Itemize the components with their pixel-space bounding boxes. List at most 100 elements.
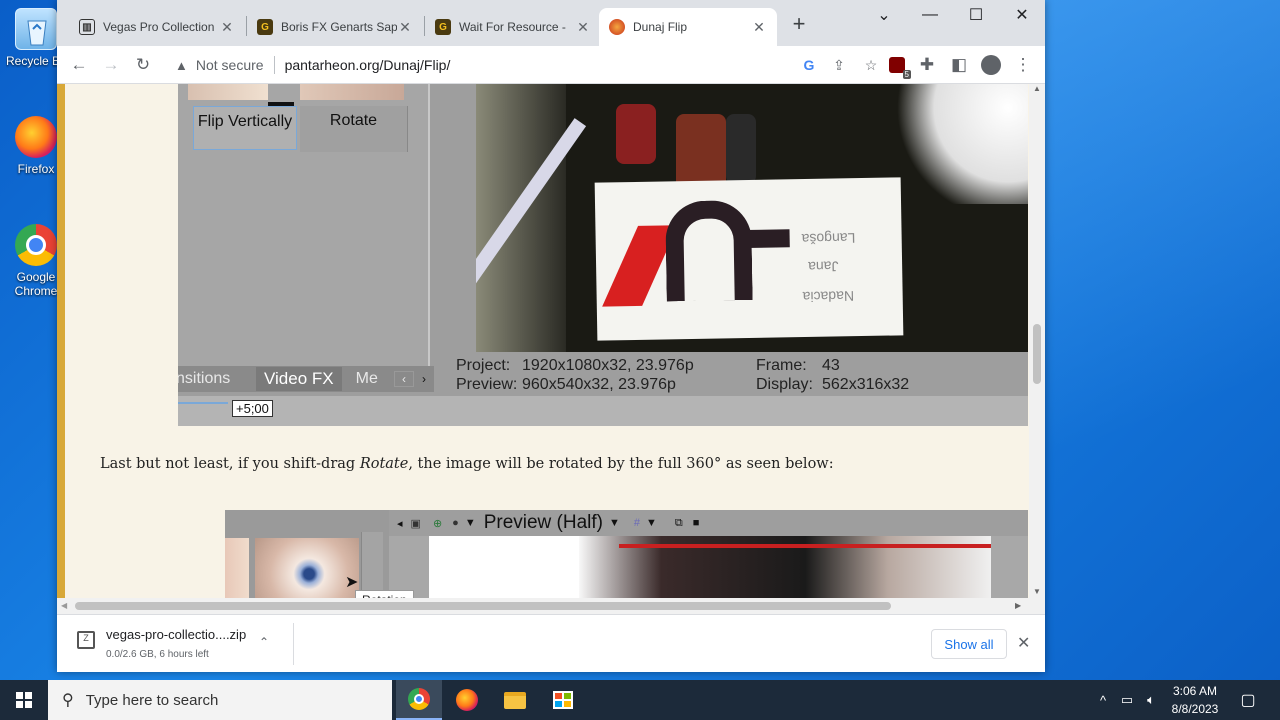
vertical-scrollbar[interactable]: ▲ ▼	[1029, 84, 1045, 598]
thumb-rotate[interactable]: Rotate	[300, 106, 408, 152]
fx-panel	[225, 510, 389, 598]
close-downloads-icon[interactable]: ✕	[1017, 633, 1030, 653]
tab-media[interactable]: Me	[356, 370, 378, 388]
preview-frame	[429, 536, 991, 598]
display-label: Display:	[756, 376, 813, 393]
thumb-image	[225, 538, 249, 598]
close-icon[interactable]: ✕	[397, 19, 413, 36]
grid-icon[interactable]: #	[634, 517, 640, 529]
tab-search-button[interactable]: ⌄	[861, 0, 907, 30]
thumb-flip-vertically[interactable]: Flip Vertically	[193, 106, 297, 150]
volume-icon[interactable]: 🔈︎	[1140, 680, 1162, 720]
tab-vegas-pro-collection[interactable]: ▥ Vegas Pro Collection ✕	[69, 8, 245, 46]
profile-icon[interactable]	[979, 53, 1003, 77]
scroll-left-icon[interactable]: ◀	[61, 601, 67, 610]
chrome-icon	[408, 688, 430, 710]
desktop-light	[1045, 0, 1280, 680]
close-icon[interactable]: ✕	[751, 19, 767, 36]
taskbar-search[interactable]: ⚲ Type here to search	[48, 680, 392, 720]
horizontal-scrollbar[interactable]: ◀ ▶	[57, 598, 1045, 614]
g-icon: G	[435, 19, 451, 35]
vertical-scroll-thumb[interactable]	[1033, 324, 1041, 384]
omnibox-divider	[273, 56, 275, 74]
firefox-icon	[456, 689, 478, 711]
taskbar-file-explorer[interactable]	[492, 680, 538, 720]
eye-thumb-image	[255, 538, 359, 598]
chevron-down-icon[interactable]: ▼	[609, 517, 620, 529]
chevron-up-icon[interactable]: ⌃	[259, 635, 269, 649]
vegas-screenshot-top: Flip Vertically Rotate Langoša Jana Nada…	[178, 84, 1028, 426]
tab-transitions[interactable]: nsitions	[178, 370, 254, 388]
extensions-icon[interactable]: ✚	[915, 53, 939, 77]
back-icon[interactable]: ←	[67, 53, 91, 77]
preview-frame: Langoša Jana Nadacia	[476, 84, 1028, 352]
show-all-button[interactable]: Show all	[931, 629, 1007, 659]
chevron-down-icon[interactable]: ▼	[646, 517, 657, 529]
network-icon[interactable]: ▭	[1116, 680, 1138, 720]
dunaj-icon	[609, 19, 625, 35]
scroll-right-icon[interactable]: ▶	[1015, 601, 1021, 610]
paragraph-emphasis: Rotate	[359, 456, 409, 472]
close-icon[interactable]: ✕	[219, 19, 235, 36]
monitor-icon[interactable]: ▣	[411, 517, 421, 530]
vegas-icon: ▥	[79, 19, 95, 35]
gold-side-bar	[57, 84, 65, 598]
store-icon	[553, 691, 573, 709]
circle-icon[interactable]: ●	[452, 517, 459, 529]
reload-icon[interactable]: ↻	[131, 53, 155, 77]
close-window-button[interactable]: ✕	[999, 0, 1045, 30]
url-text[interactable]: pantarheon.org/Dunaj/Flip/	[285, 57, 451, 73]
paragraph-text: Last but not least, if you shift-drag	[100, 456, 360, 472]
windows-icon	[16, 692, 32, 708]
address-bar[interactable]: ▲ Not secure pantarheon.org/Dunaj/Flip/ …	[167, 49, 887, 81]
taskbar-store[interactable]	[540, 680, 586, 720]
sign-text: Nadacia	[802, 288, 855, 306]
start-button[interactable]	[0, 680, 48, 720]
photo-red-line	[619, 544, 991, 548]
preview-toolbar: ◂ ▣ ⊕ ● ▼ Preview (Half) ▼ # ▼ ⧉ ■	[389, 510, 1028, 536]
chevron-down-icon[interactable]: ▼	[465, 517, 476, 529]
tab-dunaj-flip[interactable]: Dunaj Flip ✕	[599, 8, 777, 46]
scroll-left-icon[interactable]: ‹	[394, 371, 414, 387]
close-icon[interactable]: ✕	[575, 19, 591, 36]
download-status: 0.0/2.6 GB, 6 hours left	[106, 649, 209, 660]
security-label[interactable]: Not secure	[196, 57, 264, 73]
frame-value: 43	[822, 357, 840, 374]
g-icon: G	[257, 19, 273, 35]
chevron-up-icon[interactable]: ^	[1094, 680, 1112, 720]
star-icon[interactable]: ☆	[855, 57, 887, 74]
tab-video-fx[interactable]: Video FX	[256, 367, 342, 391]
save-icon[interactable]: ■	[693, 517, 700, 529]
forward-icon[interactable]: →	[99, 53, 123, 77]
taskbar-firefox[interactable]	[444, 680, 490, 720]
notification-icon[interactable]: ▢	[1230, 680, 1266, 720]
scroll-up-icon[interactable]: ▲	[1029, 84, 1045, 93]
settings-icon[interactable]: ◂	[397, 517, 403, 530]
fx-panel: Flip Vertically Rotate	[178, 84, 430, 366]
preview-quality-label[interactable]: Preview (Half)	[484, 512, 603, 534]
photo-light	[896, 84, 1028, 204]
minimize-button[interactable]: —	[907, 0, 953, 30]
copy-icon[interactable]: ⧉	[675, 517, 683, 530]
ublock-extension-icon[interactable]: 5	[885, 53, 911, 79]
display-value: 562x316x32	[822, 376, 910, 393]
maximize-button[interactable]: ☐	[953, 0, 999, 30]
new-tab-button[interactable]: +	[787, 12, 811, 36]
taskbar-chrome[interactable]	[396, 680, 442, 720]
scroll-down-icon[interactable]: ▼	[1029, 587, 1045, 596]
thumb-label: Rotate	[329, 112, 378, 129]
recycle-bin-icon	[15, 8, 57, 50]
share-icon[interactable]: ⇪	[823, 57, 855, 74]
side-panel-icon[interactable]: ◧	[947, 53, 971, 77]
preview-value: 960x540x32, 23.976p	[522, 376, 676, 393]
warning-icon[interactable]: ▲	[175, 58, 188, 73]
clock[interactable]: 3:06 AM 8/8/2023	[1164, 682, 1226, 718]
menu-icon[interactable]: ⋮	[1011, 53, 1035, 77]
google-icon[interactable]: G	[795, 57, 823, 73]
tab-wait-for-resource[interactable]: G Wait For Resource - ✕	[425, 8, 601, 46]
thumb-image	[300, 84, 404, 100]
fx-icon[interactable]: ⊕	[433, 517, 442, 530]
horizontal-scroll-thumb[interactable]	[75, 602, 891, 610]
tab-boris-fx[interactable]: G Boris FX Genarts Sapphire ✕	[247, 8, 423, 46]
scroll-right-icon[interactable]: ›	[414, 372, 434, 386]
